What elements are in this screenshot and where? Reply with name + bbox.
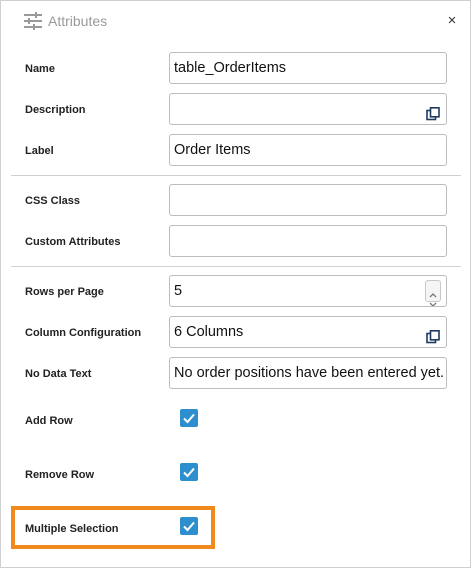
rows-per-page-value: 5 [174, 283, 183, 299]
rows-per-page-label: Rows per Page [25, 286, 104, 298]
name-value: table_OrderItems [174, 60, 287, 76]
label-row: Label Order Items [1, 134, 470, 168]
attributes-panel: Attributes × Name table_OrderItems Descr… [0, 0, 471, 568]
name-input[interactable]: table_OrderItems [169, 52, 447, 84]
increment-button[interactable] [426, 281, 440, 298]
panel-header: Attributes × [1, 1, 470, 41]
copy-icon[interactable] [426, 325, 440, 344]
name-row: Name table_OrderItems [1, 52, 470, 86]
multiple-selection-label: Multiple Selection [25, 523, 119, 535]
custom-attributes-label: Custom Attributes [25, 236, 121, 248]
column-configuration-label: Column Configuration [25, 327, 142, 339]
description-label: Description [25, 104, 86, 116]
rows-per-page-row: Rows per Page 5 [1, 275, 470, 309]
custom-attributes-row: Custom Attributes [1, 225, 470, 259]
add-row-checkbox[interactable] [180, 409, 198, 427]
rows-per-page-input[interactable]: 5 [169, 275, 447, 307]
section-divider [11, 266, 461, 267]
column-configuration-input[interactable]: 6 Columns [169, 316, 447, 348]
no-data-text-value: No order positions have been entered yet… [174, 365, 445, 381]
css-class-row: CSS Class [1, 184, 470, 218]
custom-attributes-input[interactable] [169, 225, 447, 257]
description-row: Description [1, 93, 470, 127]
name-label: Name [25, 63, 55, 75]
close-button[interactable]: × [444, 13, 460, 29]
remove-row-label: Remove Row [25, 469, 95, 481]
no-data-text-label: No Data Text [25, 368, 92, 380]
copy-icon[interactable] [426, 102, 440, 121]
column-configuration-row: Column Configuration 6 Columns [1, 316, 470, 350]
css-class-label: CSS Class [25, 195, 81, 207]
column-configuration-value: 6 Columns [174, 324, 244, 340]
description-input[interactable] [169, 93, 447, 125]
label-label: Label [25, 145, 54, 157]
multiple-selection-row: Multiple Selection [1, 512, 470, 546]
multiple-selection-checkbox[interactable] [180, 517, 198, 535]
remove-row-checkbox[interactable] [180, 463, 198, 481]
add-row-row: Add Row [1, 404, 470, 438]
number-spinner [425, 280, 441, 306]
no-data-text-row: No Data Text No order positions have bee… [1, 357, 470, 391]
sliders-icon [23, 12, 43, 30]
css-class-input[interactable] [169, 184, 447, 216]
section-divider [11, 175, 461, 176]
panel-title: Attributes [48, 13, 108, 29]
add-row-label: Add Row [25, 415, 73, 427]
remove-row-row: Remove Row [1, 458, 470, 492]
decrement-button[interactable] [426, 291, 440, 306]
no-data-text-input[interactable]: No order positions have been entered yet… [169, 357, 447, 389]
label-value: Order Items [174, 142, 251, 158]
label-input[interactable]: Order Items [169, 134, 447, 166]
